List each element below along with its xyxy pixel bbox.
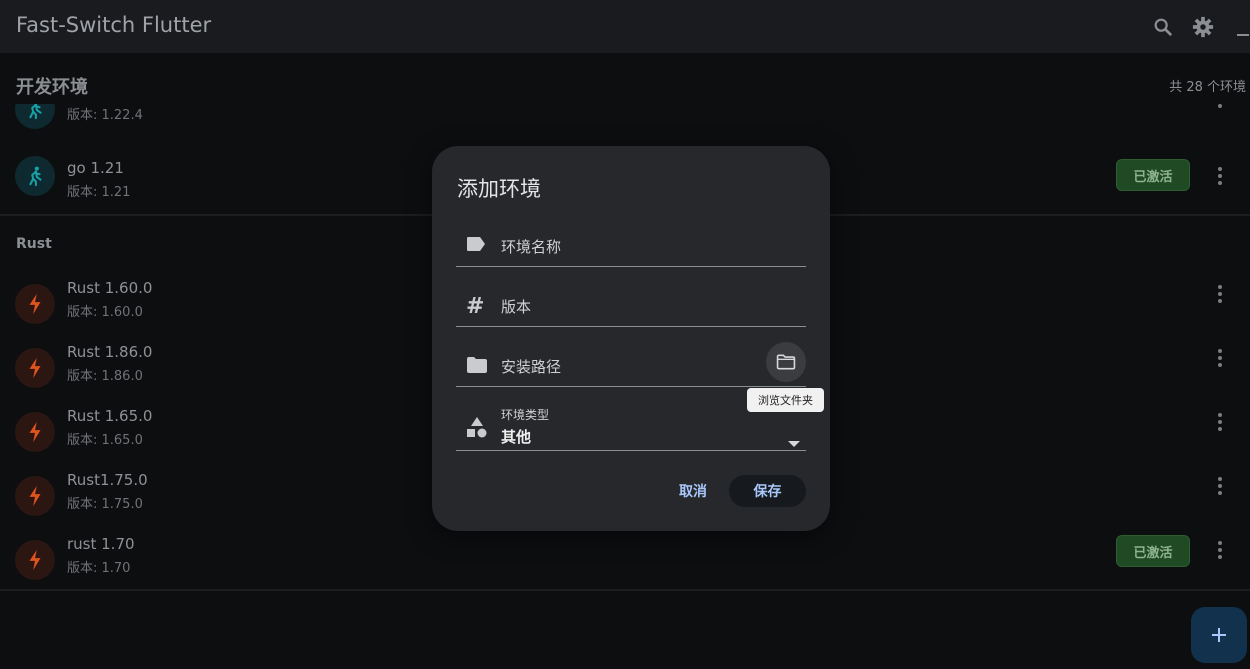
category-icon bbox=[466, 416, 488, 442]
label-icon bbox=[466, 236, 486, 256]
version-placeholder: 版本 bbox=[501, 298, 532, 316]
env-type-value: 其他 bbox=[501, 428, 532, 446]
folder-open-icon bbox=[776, 354, 796, 370]
save-button[interactable]: 保存 bbox=[729, 475, 806, 507]
install-path-field[interactable]: 安装路径 bbox=[456, 342, 806, 387]
env-name-placeholder: 环境名称 bbox=[501, 238, 562, 256]
dropdown-arrow-icon bbox=[788, 432, 800, 451]
hash-icon: # bbox=[466, 294, 485, 319]
env-name-field[interactable]: 环境名称 bbox=[456, 224, 806, 267]
add-environment-dialog: 添加环境 环境名称 # 版本 安装路径 环境类型 其他 取消 保存 bbox=[432, 146, 830, 531]
version-field[interactable]: # 版本 bbox=[456, 286, 806, 327]
folder-icon bbox=[466, 356, 488, 378]
browse-folder-button[interactable] bbox=[766, 342, 806, 382]
dialog-title: 添加环境 bbox=[457, 177, 541, 201]
browse-folder-tooltip: 浏览文件夹 bbox=[747, 388, 824, 412]
cancel-button[interactable]: 取消 bbox=[670, 475, 716, 507]
env-type-label: 环境类型 bbox=[501, 408, 550, 422]
install-path-placeholder: 安装路径 bbox=[501, 358, 562, 376]
